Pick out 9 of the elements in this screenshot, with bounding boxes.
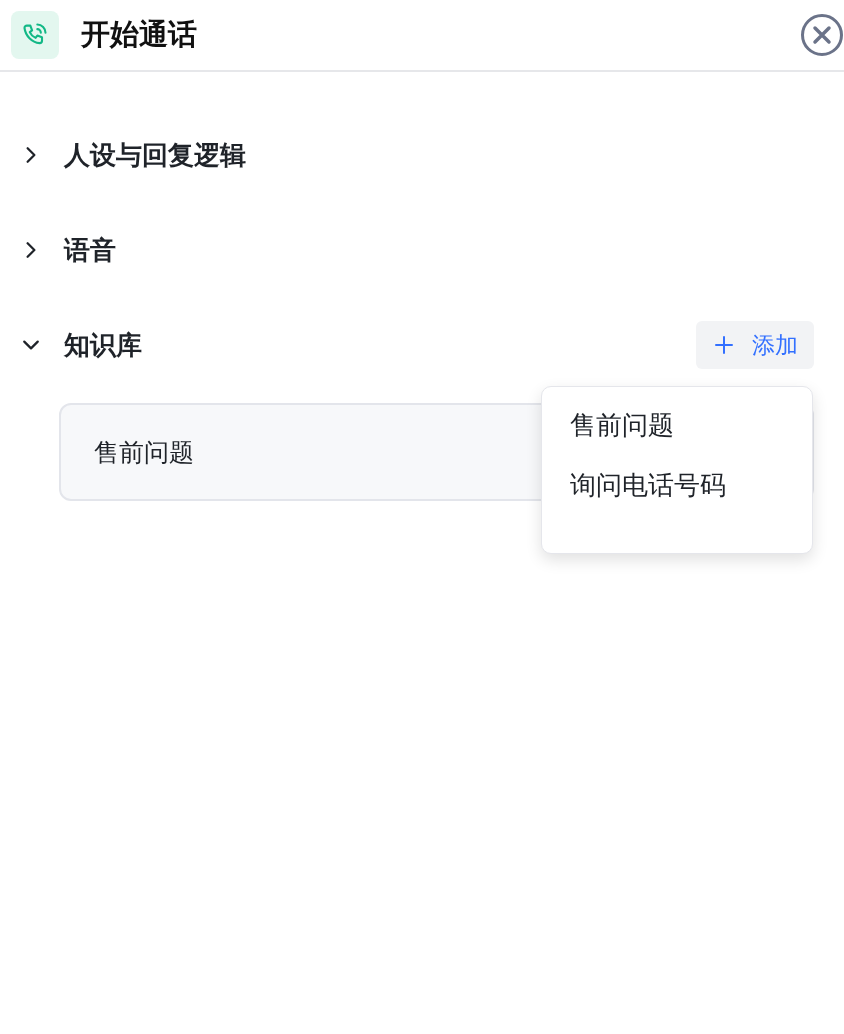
add-button[interactable]: 添加 bbox=[696, 321, 814, 369]
section-toggle[interactable]: 人设与回复逻辑 bbox=[22, 137, 246, 173]
plus-icon bbox=[714, 335, 734, 355]
phone-icon bbox=[11, 11, 59, 59]
section-toggle[interactable]: 知识库 bbox=[22, 327, 142, 363]
menu-item[interactable]: 售前问题 bbox=[570, 403, 784, 447]
section-toggle[interactable]: 语音 bbox=[22, 232, 116, 268]
window-title: 开始通话 bbox=[81, 16, 197, 53]
close-button[interactable] bbox=[800, 13, 844, 57]
